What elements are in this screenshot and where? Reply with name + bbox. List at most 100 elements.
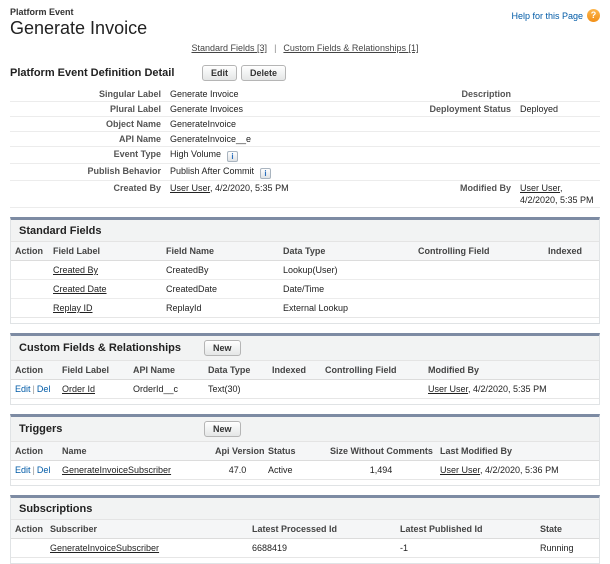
col-state: State	[536, 520, 599, 539]
table-row: Created By CreatedBy Lookup(User)	[11, 261, 599, 280]
custom-fields-header: Custom Fields & Relationships New	[11, 336, 599, 360]
trigger-link[interactable]: GenerateInvoiceSubscriber	[62, 465, 171, 475]
jump-link-custom-fields[interactable]: Custom Fields & Relationships [1]	[283, 43, 418, 53]
section-custom-fields: Custom Fields & Relationships New Action…	[10, 333, 600, 405]
col-indexed: Indexed	[268, 361, 321, 380]
field-label: Created By	[10, 182, 170, 206]
table-header-row: Action Field Label Field Name Data Type …	[11, 242, 599, 261]
col-latest-processed-id: Latest Processed Id	[248, 520, 396, 539]
table-header-row: Action Subscriber Latest Processed Id La…	[11, 520, 599, 539]
new-custom-field-button[interactable]: New	[204, 340, 241, 356]
col-action: Action	[11, 520, 46, 539]
field-label: Modified By	[410, 182, 520, 206]
standard-fields-table: Action Field Label Field Name Data Type …	[11, 241, 599, 318]
detail-rows: Singular Label Generate Invoice Descript…	[10, 87, 600, 208]
field-label: Description	[410, 88, 520, 100]
help-question-icon[interactable]: ?	[587, 9, 600, 22]
edit-action-link[interactable]: Edit	[15, 384, 31, 394]
new-trigger-button[interactable]: New	[204, 421, 241, 437]
modified-by-user-link[interactable]: User User	[520, 183, 560, 193]
edit-action-link[interactable]: Edit	[15, 465, 31, 475]
col-controlling-field: Controlling Field	[414, 242, 544, 261]
col-name: Name	[58, 442, 211, 461]
field-label: Deployment Status	[410, 103, 520, 115]
detail-row-api-name: API Name GenerateInvoice__e	[10, 132, 600, 147]
col-api-name: API Name	[129, 361, 204, 380]
col-data-type: Data Type	[204, 361, 268, 380]
col-field-label: Field Label	[58, 361, 129, 380]
platform-event-detail-section: Platform Event Definition Detail Edit De…	[10, 65, 600, 208]
field-label: Object Name	[10, 118, 170, 130]
section-standard-fields: Standard Fields Action Field Label Field…	[10, 217, 600, 324]
custom-fields-table: Action Field Label API Name Data Type In…	[11, 360, 599, 399]
page-header: Platform Event Generate Invoice Help for…	[0, 0, 610, 39]
table-row: Created Date CreatedDate Date/Time	[11, 280, 599, 299]
field-value: GenerateInvoice__e	[170, 133, 410, 145]
modified-by-user-link[interactable]: User User	[440, 465, 480, 475]
jump-link-standard-fields[interactable]: Standard Fields [3]	[191, 43, 267, 53]
custom-fields-title: Custom Fields & Relationships	[19, 342, 204, 354]
triggers-title: Triggers	[19, 423, 204, 435]
subscriptions-title: Subscriptions	[19, 503, 204, 515]
field-value	[520, 88, 600, 100]
field-label: Publish Behavior	[10, 165, 170, 179]
table-row: Edit|Del GenerateInvoiceSubscriber 47.0 …	[11, 461, 599, 480]
detail-titlebar: Platform Event Definition Detail Edit De…	[10, 65, 600, 81]
detail-row-plural-label: Plural Label Generate Invoices Deploymen…	[10, 102, 600, 117]
table-row: GenerateInvoiceSubscriber 6688419 -1 Run…	[11, 539, 599, 558]
subscriber-link[interactable]: GenerateInvoiceSubscriber	[50, 543, 159, 553]
del-action-link[interactable]: Del	[37, 465, 51, 475]
jump-link-separator: |	[274, 43, 276, 53]
field-value: GenerateInvoice	[170, 118, 410, 130]
delete-button[interactable]: Delete	[241, 65, 286, 81]
detail-section-title: Platform Event Definition Detail	[10, 67, 202, 79]
standard-fields-header: Standard Fields	[11, 220, 599, 241]
col-controlling-field: Controlling Field	[321, 361, 424, 380]
col-api-version: Api Version	[211, 442, 264, 461]
modified-by-user-link[interactable]: User User	[428, 384, 468, 394]
field-value: Publish After Commiti	[170, 165, 410, 179]
standard-fields-title: Standard Fields	[19, 225, 204, 237]
col-size-without-comments: Size Without Comments	[326, 442, 436, 461]
field-link-created-by[interactable]: Created By	[53, 265, 98, 275]
section-triggers: Triggers New Action Name Api Version Sta…	[10, 414, 600, 486]
table-row: Replay ID ReplayId External Lookup	[11, 299, 599, 318]
detail-row-object-name: Object Name GenerateInvoice	[10, 117, 600, 132]
field-value: Generate Invoice	[170, 88, 410, 100]
table-header-row: Action Name Api Version Status Size With…	[11, 442, 599, 461]
subscriptions-table: Action Subscriber Latest Processed Id La…	[11, 519, 599, 558]
created-by-user-link[interactable]: User User	[170, 183, 210, 193]
table-header-row: Action Field Label API Name Data Type In…	[11, 361, 599, 380]
help-link[interactable]: Help for this Page ?	[511, 9, 600, 22]
col-modified-by: Modified By	[424, 361, 599, 380]
field-link-order-id[interactable]: Order Id	[62, 384, 95, 394]
col-subscriber: Subscriber	[46, 520, 248, 539]
del-action-link[interactable]: Del	[37, 384, 51, 394]
section-subscriptions: Subscriptions Action Subscriber Latest P…	[10, 495, 600, 564]
field-value: Deployed	[520, 103, 600, 115]
info-icon[interactable]: i	[227, 151, 238, 162]
field-label: API Name	[10, 133, 170, 145]
detail-row-publish-behavior: Publish Behavior Publish After Commiti	[10, 164, 600, 181]
col-action: Action	[11, 442, 58, 461]
detail-row-event-type: Event Type High Volumei	[10, 147, 600, 164]
subscriptions-header: Subscriptions	[11, 498, 599, 519]
field-value: Generate Invoices	[170, 103, 410, 115]
field-label: Event Type	[10, 148, 170, 162]
jump-links: Standard Fields [3] | Custom Fields & Rela…	[0, 43, 610, 53]
edit-button[interactable]: Edit	[202, 65, 237, 81]
field-label: Singular Label	[10, 88, 170, 100]
col-field-label: Field Label	[49, 242, 162, 261]
col-indexed: Indexed	[544, 242, 599, 261]
col-latest-published-id: Latest Published Id	[396, 520, 536, 539]
col-last-modified-by: Last Modified By	[436, 442, 599, 461]
field-link-replay-id[interactable]: Replay ID	[53, 303, 93, 313]
field-link-created-date[interactable]: Created Date	[53, 284, 107, 294]
help-link-label: Help for this Page	[511, 11, 583, 21]
triggers-header: Triggers New	[11, 417, 599, 441]
table-row: Edit|Del Order Id OrderId__c Text(30) Us…	[11, 380, 599, 399]
field-value: High Volumei	[170, 148, 410, 162]
info-icon[interactable]: i	[260, 168, 271, 179]
field-label: Plural Label	[10, 103, 170, 115]
detail-row-singular-label: Singular Label Generate Invoice Descript…	[10, 87, 600, 102]
